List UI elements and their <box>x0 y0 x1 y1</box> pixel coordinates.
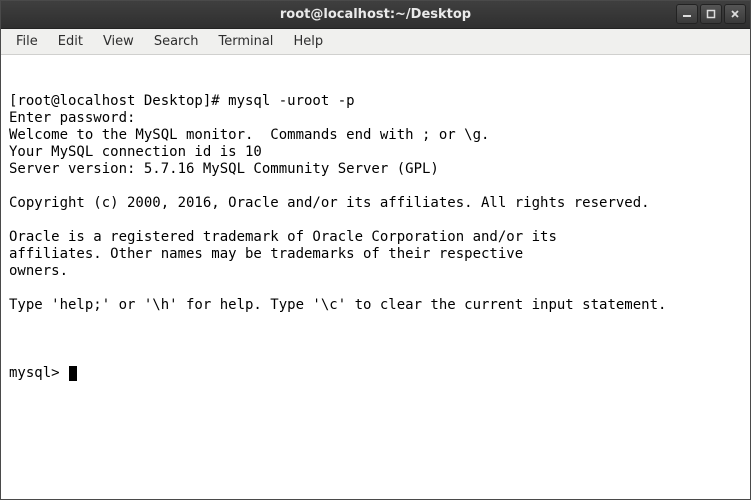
terminal-line <box>9 212 742 229</box>
maximize-button[interactable] <box>700 4 722 24</box>
terminal-line <box>9 178 742 195</box>
terminal-line: Type 'help;' or '\h' for help. Type '\c'… <box>9 297 742 314</box>
terminal-line <box>9 314 742 331</box>
window-controls <box>676 4 746 24</box>
window-title: root@localhost:~/Desktop <box>280 7 471 22</box>
close-icon <box>730 9 740 19</box>
menu-edit[interactable]: Edit <box>49 31 92 52</box>
menu-file[interactable]: File <box>7 31 47 52</box>
menu-help[interactable]: Help <box>284 31 332 52</box>
terminal-line: Your MySQL connection id is 10 <box>9 144 742 161</box>
terminal-line: owners. <box>9 263 742 280</box>
terminal-line: Oracle is a registered trademark of Orac… <box>9 229 742 246</box>
menubar: File Edit View Search Terminal Help <box>1 29 750 55</box>
terminal-window: root@localhost:~/Desktop File Edit View <box>0 0 751 500</box>
menu-search[interactable]: Search <box>145 31 208 52</box>
menu-terminal[interactable]: Terminal <box>209 31 282 52</box>
terminal-line: Enter password: <box>9 110 742 127</box>
minimize-icon <box>682 9 692 19</box>
mysql-prompt: mysql> <box>9 365 68 382</box>
minimize-button[interactable] <box>676 4 698 24</box>
terminal-output[interactable]: [root@localhost Desktop]# mysql -uroot -… <box>1 55 750 499</box>
titlebar: root@localhost:~/Desktop <box>1 1 750 29</box>
terminal-line: Copyright (c) 2000, 2016, Oracle and/or … <box>9 195 742 212</box>
terminal-line <box>9 280 742 297</box>
maximize-icon <box>706 9 716 19</box>
close-button[interactable] <box>724 4 746 24</box>
terminal-line: Server version: 5.7.16 MySQL Community S… <box>9 161 742 178</box>
terminal-line: affiliates. Other names may be trademark… <box>9 246 742 263</box>
terminal-line: [root@localhost Desktop]# mysql -uroot -… <box>9 93 742 110</box>
menu-view[interactable]: View <box>94 31 143 52</box>
cursor-block <box>69 366 77 381</box>
terminal-line: Welcome to the MySQL monitor. Commands e… <box>9 127 742 144</box>
